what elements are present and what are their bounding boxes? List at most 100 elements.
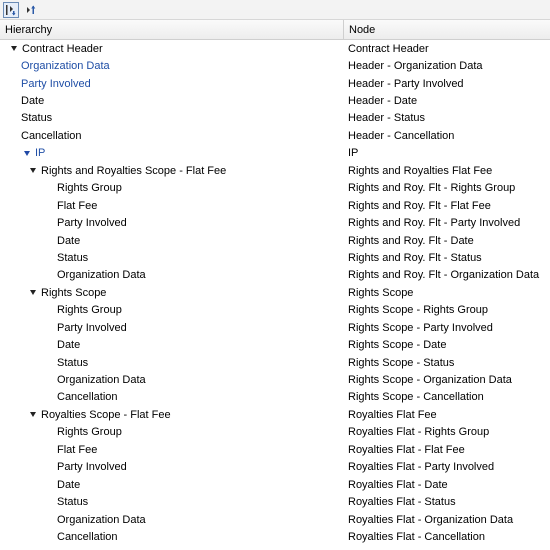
tree-row[interactable]: Organization Data Royalties Flat - Organi… bbox=[0, 511, 550, 528]
hierarchy-label: Status bbox=[57, 356, 89, 369]
hierarchy-cell: Organization Data bbox=[0, 269, 344, 281]
node-cell: Contract Header bbox=[348, 42, 429, 55]
hierarchy-label: Rights Group bbox=[57, 304, 122, 317]
tree-row[interactable]: Status Royalties Flat - Status bbox=[0, 493, 550, 510]
expand-all-icon bbox=[6, 4, 16, 15]
hierarchy-cell: Rights Group bbox=[0, 426, 344, 438]
hierarchy-label: Cancellation bbox=[57, 391, 118, 404]
tree-row[interactable]: Cancellation Header - Cancellation bbox=[0, 127, 550, 144]
hierarchy-cell: Rights Group bbox=[0, 182, 344, 194]
hierarchy-cell: IP bbox=[0, 147, 344, 159]
hierarchy-cell: Organization Data bbox=[0, 514, 344, 526]
expand-toggle-icon[interactable] bbox=[27, 287, 38, 298]
tree-row[interactable]: Date Rights Scope - Date bbox=[0, 336, 550, 353]
node-cell: Header - Party Involved bbox=[348, 77, 464, 90]
tree-row[interactable]: Date Royalties Flat - Date bbox=[0, 476, 550, 493]
hierarchy-label: Royalties Scope - Flat Fee bbox=[41, 408, 171, 421]
node-cell: Header - Organization Data bbox=[348, 60, 483, 73]
hierarchy-label: Rights and Royalties Scope - Flat Fee bbox=[41, 164, 227, 177]
tree-row[interactable]: Rights Group Rights and Roy. Flt - Rights… bbox=[0, 180, 550, 197]
hierarchy-cell: Party Involved bbox=[0, 461, 344, 473]
tree-row[interactable]: Rights Group Rights Scope - Rights Group bbox=[0, 302, 550, 319]
hierarchy-cell: Rights and Royalties Scope - Flat Fee bbox=[0, 165, 344, 177]
expand-toggle-icon[interactable] bbox=[21, 148, 32, 159]
node-cell: Rights Scope bbox=[348, 286, 414, 299]
tree-row[interactable]: Party Involved Royalties Flat - Party Inv… bbox=[0, 459, 550, 476]
column-header-node[interactable]: Node bbox=[344, 20, 550, 39]
hierarchy-cell: Date bbox=[0, 95, 344, 107]
toolbar bbox=[0, 0, 550, 20]
hierarchy-label: Status bbox=[21, 112, 53, 125]
hierarchy-label: Date bbox=[21, 95, 45, 108]
tree-row[interactable]: Party Involved Rights and Roy. Flt - Part… bbox=[0, 214, 550, 231]
hierarchy-cell: Rights Scope bbox=[0, 287, 344, 299]
tree-row[interactable]: Date Header - Date bbox=[0, 92, 550, 109]
tree-row[interactable]: Cancellation Royalties Flat - Cancellatio… bbox=[0, 528, 550, 545]
tree-row[interactable]: Rights and Royalties Scope - Flat Fee Rig… bbox=[0, 162, 550, 179]
hierarchy-label: Party Involved bbox=[57, 461, 127, 474]
tree-row[interactable]: IP IP bbox=[0, 145, 550, 162]
tree-row[interactable]: Organization Data Header - Organization D… bbox=[0, 57, 550, 74]
tree-row[interactable]: Date Rights and Roy. Flt - Date bbox=[0, 232, 550, 249]
hierarchy-cell: Cancellation bbox=[0, 130, 344, 142]
tree-row[interactable]: Flat Fee Royalties Flat - Flat Fee bbox=[0, 441, 550, 458]
hierarchy-label: Party Involved bbox=[57, 321, 127, 334]
tree-row[interactable]: Status Rights and Roy. Flt - Status bbox=[0, 249, 550, 266]
hierarchy-label: Date bbox=[57, 234, 81, 247]
tree-row[interactable]: Status Rights Scope - Status bbox=[0, 354, 550, 371]
hierarchy-cell: Status bbox=[0, 357, 344, 369]
node-cell: Rights and Royalties Flat Fee bbox=[348, 164, 493, 177]
hierarchy-label[interactable]: Organization Data bbox=[21, 60, 110, 72]
node-cell: Rights Scope - Cancellation bbox=[348, 391, 484, 404]
column-header-hierarchy[interactable]: Hierarchy bbox=[0, 20, 344, 39]
hierarchy-label: Status bbox=[57, 496, 89, 509]
node-cell: Rights Scope - Party Involved bbox=[348, 321, 493, 334]
expand-toggle-icon[interactable] bbox=[27, 165, 38, 176]
hierarchy-label: Organization Data bbox=[57, 269, 146, 282]
collapse-all-button[interactable] bbox=[23, 2, 39, 18]
hierarchy-cell: Status bbox=[0, 112, 344, 124]
hierarchy-cell: Rights Group bbox=[0, 304, 344, 316]
hierarchy-cell: Party Involved bbox=[0, 217, 344, 229]
hierarchy-label: Flat Fee bbox=[57, 199, 98, 212]
hierarchy-label: Date bbox=[57, 478, 81, 491]
expand-all-button[interactable] bbox=[3, 1, 19, 18]
hierarchy-cell: Flat Fee bbox=[0, 200, 344, 212]
expand-toggle-icon[interactable] bbox=[27, 409, 38, 420]
tree-row[interactable]: Party Involved Rights Scope - Party Invol… bbox=[0, 319, 550, 336]
hierarchy-cell: Cancellation bbox=[0, 391, 344, 403]
expand-toggle-icon[interactable] bbox=[8, 43, 19, 54]
tree-row[interactable]: Contract Header Contract Header bbox=[0, 40, 550, 57]
hierarchy-cell: Cancellation bbox=[0, 531, 344, 543]
node-cell: Royalties Flat Fee bbox=[348, 408, 437, 421]
hierarchy-label[interactable]: IP bbox=[35, 147, 45, 159]
node-cell: Royalties Flat - Party Involved bbox=[348, 461, 495, 474]
node-cell: Rights and Roy. Flt - Rights Group bbox=[348, 182, 516, 195]
hierarchy-label: Rights Group bbox=[57, 426, 122, 439]
node-cell: Header - Cancellation bbox=[348, 129, 455, 142]
tree-row[interactable]: Rights Scope Rights Scope bbox=[0, 284, 550, 301]
hierarchy-label[interactable]: Party Involved bbox=[21, 78, 91, 90]
hierarchy-label: Organization Data bbox=[57, 513, 146, 526]
tree-row[interactable]: Organization Data Rights and Roy. Flt - O… bbox=[0, 267, 550, 284]
hierarchy-cell: Party Involved bbox=[0, 78, 344, 90]
hierarchy-cell: Date bbox=[0, 235, 344, 247]
hierarchy-cell: Party Involved bbox=[0, 322, 344, 334]
node-cell: Rights and Roy. Flt - Date bbox=[348, 234, 474, 247]
hierarchy-label: Rights Scope bbox=[41, 286, 107, 299]
tree-row[interactable]: Status Header - Status bbox=[0, 110, 550, 127]
node-cell: Royalties Flat - Cancellation bbox=[348, 530, 485, 543]
tree-row[interactable]: Party Involved Header - Party Involved bbox=[0, 75, 550, 92]
tree-row[interactable]: Rights Group Royalties Flat - Rights Grou… bbox=[0, 424, 550, 441]
tree-row[interactable]: Organization Data Rights Scope - Organiza… bbox=[0, 371, 550, 388]
tree-row[interactable]: Flat Fee Rights and Roy. Flt - Flat Fee bbox=[0, 197, 550, 214]
hierarchy-cell: Status bbox=[0, 496, 344, 508]
tree-row[interactable]: Cancellation Rights Scope - Cancellation bbox=[0, 389, 550, 406]
collapse-all-icon bbox=[27, 5, 36, 14]
hierarchy-label: Party Involved bbox=[57, 217, 127, 230]
hierarchy-label: Cancellation bbox=[21, 129, 82, 142]
node-cell: Rights Scope - Status bbox=[348, 356, 455, 369]
tree-row[interactable]: Royalties Scope - Flat Fee Royalties Flat… bbox=[0, 406, 550, 423]
hierarchy-cell: Flat Fee bbox=[0, 444, 344, 456]
column-header: Hierarchy Node bbox=[0, 20, 550, 40]
